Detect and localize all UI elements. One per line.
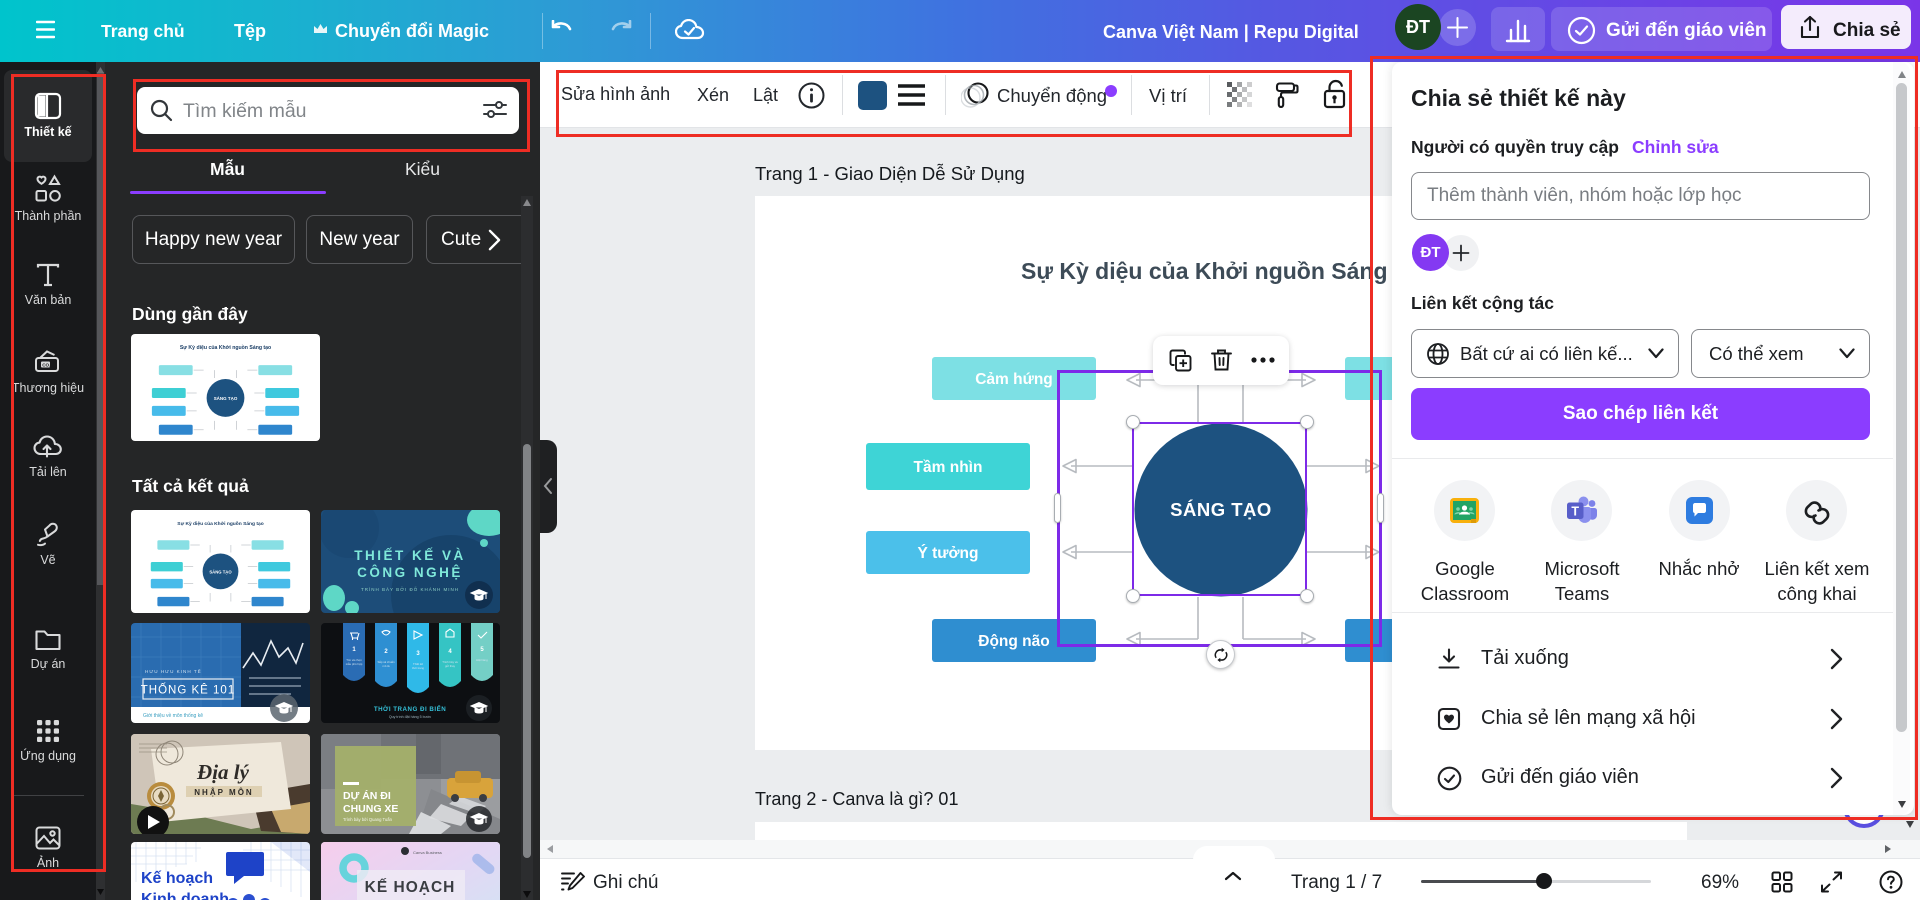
- svg-text:Đặt hàng: Đặt hàng: [476, 658, 488, 662]
- svg-text:THỐNG KÊ 101: THỐNG KÊ 101: [141, 683, 235, 697]
- svg-text:CÔNG NGHỆ: CÔNG NGHỆ: [357, 565, 463, 580]
- svg-text:SÁNG TẠO: SÁNG TẠO: [209, 569, 232, 574]
- svg-text:THIẾT KẾ VÀ: THIẾT KẾ VÀ: [354, 548, 466, 563]
- svg-text:Tầm nhìn: Tầm nhìn: [914, 459, 983, 476]
- svg-text:Canva Business: Canva Business: [413, 850, 442, 855]
- svg-text:NHẬP MÔN: NHẬP MÔN: [194, 788, 253, 797]
- svg-text:Động não: Động não: [978, 633, 1049, 650]
- svg-text:Địa lý: Địa lý: [196, 760, 250, 784]
- svg-text:mẫu phù hợp: mẫu phù hợp: [346, 661, 363, 666]
- svg-text:TRÌNH BÀY BỞI ĐỖ KHÁNH MINH: TRÌNH BÀY BỞI ĐỖ KHÁNH MINH: [361, 586, 459, 592]
- svg-text:Ý tưởng: Ý tưởng: [918, 544, 979, 562]
- svg-text:Quy trình đặt hàng 5 bước: Quy trình đặt hàng 5 bước: [389, 715, 432, 719]
- svg-text:mô tả: mô tả: [383, 664, 390, 668]
- svg-text:THỜI TRANG ĐI BIỂN: THỜI TRANG ĐI BIỂN: [374, 705, 446, 713]
- svg-text:DỰ ÁN ĐI: DỰ ÁN ĐI: [343, 789, 391, 802]
- svg-text:Trình bày bởi Quang Tuấn: Trình bày bởi Quang Tuấn: [343, 817, 393, 822]
- svg-text:Giới thiệu về môn thống kê: Giới thiệu về môn thống kê: [143, 713, 203, 719]
- svg-text:CHUNG XE: CHUNG XE: [343, 803, 398, 815]
- svg-text:thời trang: thời trang: [412, 666, 424, 670]
- svg-text:Cảm hứng: Cảm hứng: [975, 371, 1053, 388]
- svg-text:SÁNG TẠO: SÁNG TẠO: [214, 395, 238, 401]
- svg-text:Sự Kỳ diệu của Khởi nguồn Sáng: Sự Kỳ diệu của Khởi nguồn Sáng tạo: [180, 345, 271, 351]
- svg-text:KẾ HOẠCH: KẾ HOẠCH: [365, 879, 456, 896]
- svg-text:Kế hoạch: Kế hoạch: [141, 870, 213, 887]
- svg-text:gửi thay: gửi thay: [445, 664, 456, 668]
- svg-text:Sự Kỳ diệu của Khởi nguồn Sáng: Sự Kỳ diệu của Khởi nguồn Sáng tạo: [177, 521, 263, 527]
- svg-text:HƯU HƯU KINH TẾ: HƯU HƯU KINH TẾ: [145, 668, 202, 674]
- svg-text:Kinh doanh: Kinh doanh: [141, 891, 229, 900]
